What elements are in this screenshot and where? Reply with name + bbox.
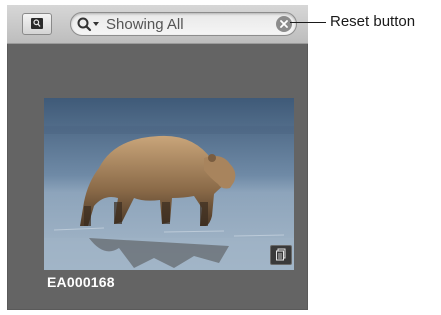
browser-panel: Showing All EA000168 — [7, 5, 308, 310]
browser-toolbar: Showing All — [7, 5, 308, 44]
bear-photo — [44, 98, 294, 270]
search-value: Showing All — [106, 16, 184, 33]
figure: Showing All EA000168 Reset button — [0, 0, 441, 315]
clear-icon — [280, 20, 288, 28]
search-menu-icon[interactable] — [76, 16, 106, 32]
callout-leader-line — [290, 22, 326, 23]
viewer-toggle-button[interactable] — [22, 13, 52, 35]
magnifier-icon — [31, 18, 43, 29]
reset-button[interactable] — [276, 16, 292, 32]
search-input[interactable]: Showing All — [70, 12, 297, 36]
version-stack-icon — [270, 245, 292, 265]
image-caption: EA000168 — [47, 274, 115, 290]
image-thumbnail[interactable] — [44, 98, 294, 270]
callout-label: Reset button — [330, 13, 416, 30]
